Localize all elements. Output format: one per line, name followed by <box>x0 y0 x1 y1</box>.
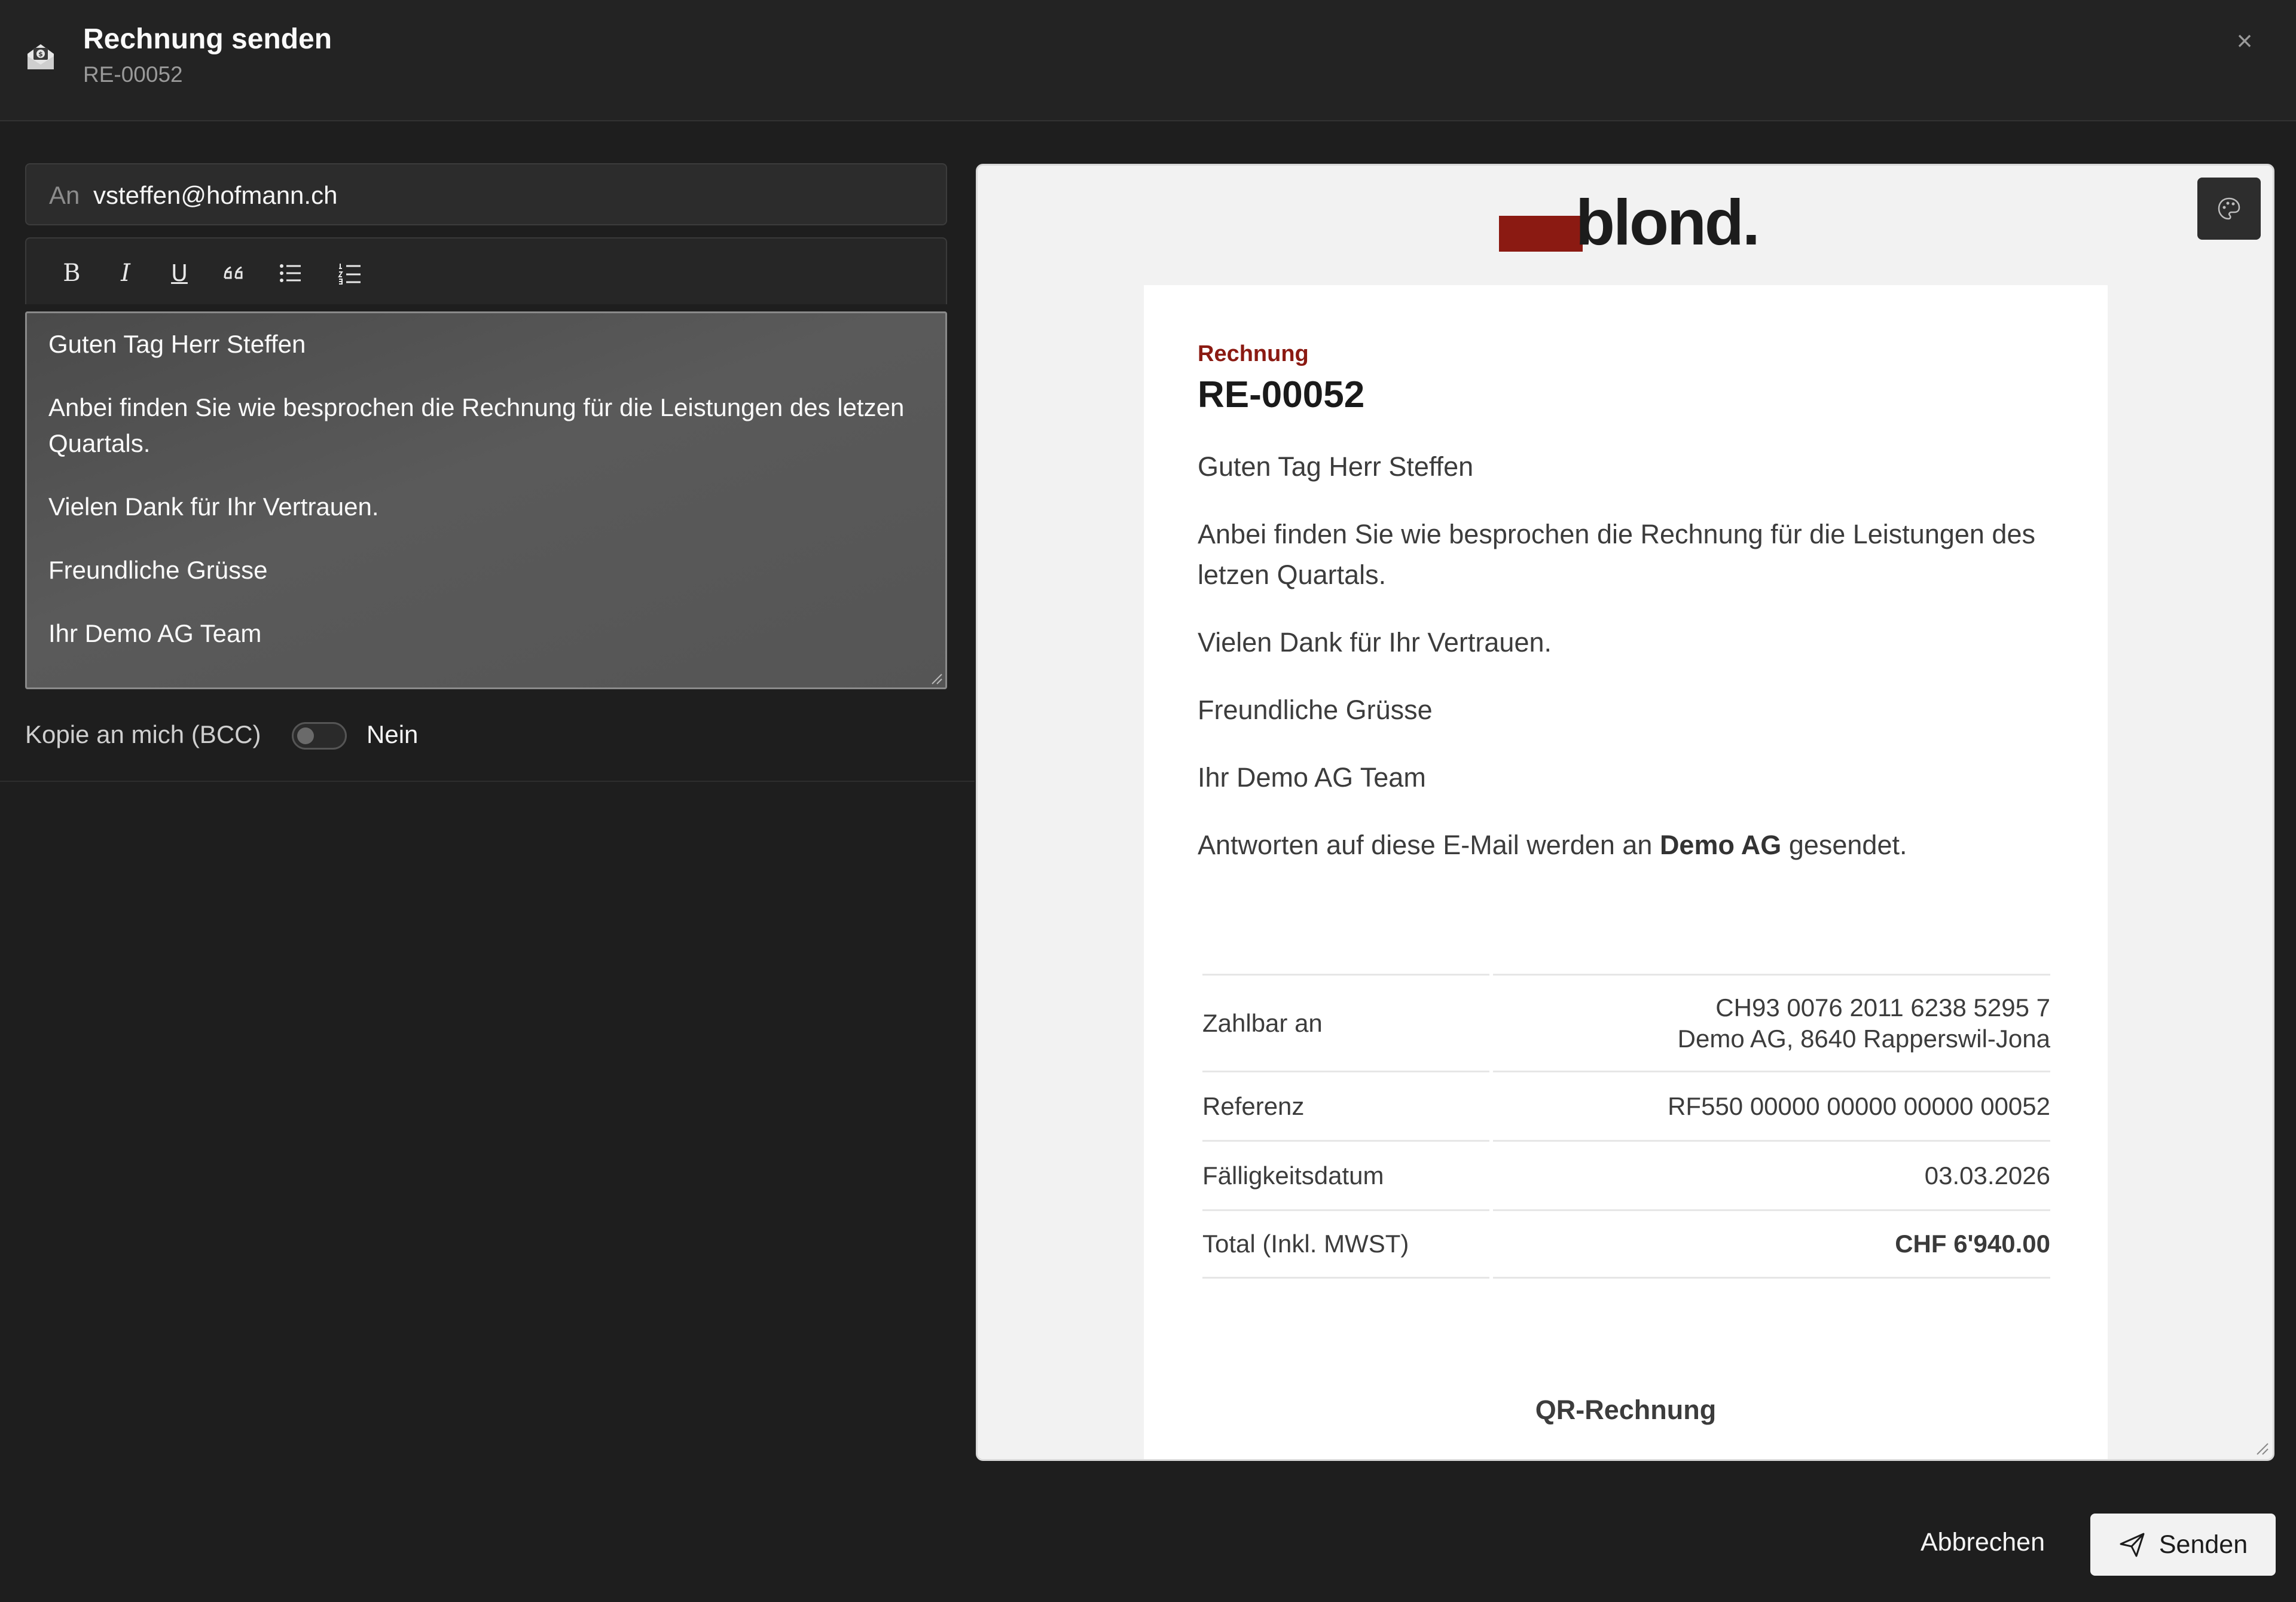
doc-closing: Freundliche Grüsse <box>1198 695 1433 725</box>
invoice-number: RE-00052 <box>83 62 183 87</box>
bullet-list-icon <box>280 264 301 282</box>
editor-line-closing: Freundliche Grüsse <box>48 556 268 584</box>
resize-grip-icon[interactable] <box>2255 1441 2269 1456</box>
palette-icon <box>2218 197 2240 220</box>
reference-label: Referenz <box>1202 1071 1489 1140</box>
italic-button[interactable]: I <box>108 256 144 290</box>
send-label: Senden <box>2158 1530 2248 1559</box>
total-label: Total (Inkl. MWST) <box>1202 1209 1489 1279</box>
bold-icon: B <box>63 259 81 287</box>
close-button[interactable]: × <box>2228 24 2261 57</box>
theme-button[interactable] <box>2197 178 2261 240</box>
logo-bar <box>1499 216 1583 252</box>
message-editor[interactable]: Guten Tag Herr Steffen Anbei finden Sie … <box>25 311 947 689</box>
invoice-email-document: Rechnung RE-00052 Guten Tag Herr Steffen… <box>1144 285 2108 1459</box>
dialog-title: Rechnung senden <box>83 23 332 55</box>
toggle-knob <box>297 727 314 744</box>
editor-line-greeting: Guten Tag Herr Steffen <box>48 330 306 358</box>
resize-grip-icon[interactable] <box>930 672 943 685</box>
doc-signature: Ihr Demo AG Team <box>1198 762 1426 793</box>
paper-plane-icon <box>2120 1533 2145 1557</box>
payable-value: CH93 0076 2011 6238 5295 7 Demo AG, 8640… <box>1493 974 2050 1071</box>
editor-toolbar: B I U <box>25 237 947 304</box>
bold-button[interactable]: B <box>54 256 90 290</box>
underline-button[interactable]: U <box>161 256 197 290</box>
quote-icon <box>224 266 243 279</box>
doc-paragraph: Anbei finden Sie wie besprochen die Rech… <box>1198 519 2035 590</box>
table-row: Total (Inkl. MWST) CHF 6'940.00 <box>1202 1209 2050 1279</box>
envelope-money-icon: $ <box>24 39 57 73</box>
doc-kicker: Rechnung <box>1198 341 1309 366</box>
logo: blond. <box>1576 186 1760 258</box>
recipient-label: An <box>49 181 80 209</box>
dialog-header: $ Rechnung senden RE-00052 × <box>0 0 2296 121</box>
email-preview: blond. Rechnung RE-00052 Guten Tag Herr … <box>976 164 2274 1461</box>
total-value: CHF 6'940.00 <box>1493 1209 2050 1279</box>
compose-panel: An vsteffen@hofmann.ch B I U Guten Tag H… <box>0 123 975 782</box>
underline-icon: U <box>171 260 188 286</box>
bcc-label: Kopie an mich (BCC) <box>25 720 261 748</box>
italic-icon: I <box>121 259 130 287</box>
due-label: Fälligkeitsdatum <box>1202 1140 1489 1209</box>
doc-title: RE-00052 <box>1198 374 1365 415</box>
reference-value: RF550 00000 00000 00000 00052 <box>1493 1071 2050 1140</box>
doc-thanks: Vielen Dank für Ihr Vertrauen. <box>1198 627 1552 658</box>
editor-line-thanks: Vielen Dank für Ihr Vertrauen. <box>48 493 379 521</box>
payment-table: Zahlbar an CH93 0076 2011 6238 5295 7 De… <box>1199 974 2054 1279</box>
recipient-field[interactable]: An vsteffen@hofmann.ch <box>25 163 947 225</box>
payable-iban: CH93 0076 2011 6238 5295 7 <box>1715 993 2050 1022</box>
payable-address: Demo AG, 8640 Rapperswil-Jona <box>1677 1024 2050 1053</box>
doc-body: Guten Tag Herr Steffen Anbei finden Sie … <box>1198 447 2071 892</box>
quote-button[interactable] <box>216 256 252 290</box>
editor-line-paragraph: Anbei finden Sie wie besprochen die Rech… <box>48 393 905 457</box>
doc-reply-note: Antworten auf diese E-Mail werden an Dem… <box>1198 830 1907 860</box>
bcc-toggle[interactable] <box>292 722 347 750</box>
send-button[interactable]: Senden <box>2090 1514 2276 1576</box>
qr-heading: QR-Rechnung <box>1535 1395 1717 1425</box>
cancel-button[interactable]: Abbrechen <box>1921 1528 2045 1557</box>
doc-greeting: Guten Tag Herr Steffen <box>1198 451 1474 482</box>
payable-label: Zahlbar an <box>1202 974 1489 1071</box>
numbered-list-button[interactable] <box>332 256 368 290</box>
reply-company: Demo AG <box>1659 830 1782 860</box>
table-row: Referenz RF550 00000 00000 00000 00052 <box>1202 1071 2050 1140</box>
editor-line-signature: Ihr Demo AG Team <box>48 619 262 647</box>
table-row: Fälligkeitsdatum 03.03.2026 <box>1202 1140 2050 1209</box>
bullet-list-button[interactable] <box>273 256 309 290</box>
due-value: 03.03.2026 <box>1493 1140 2050 1209</box>
bcc-state: Nein <box>367 720 419 748</box>
recipient-email[interactable]: vsteffen@hofmann.ch <box>93 181 337 210</box>
table-row: Zahlbar an CH93 0076 2011 6238 5295 7 De… <box>1202 974 2050 1071</box>
numbered-list-icon <box>338 264 361 285</box>
svg-text:$: $ <box>38 50 43 58</box>
